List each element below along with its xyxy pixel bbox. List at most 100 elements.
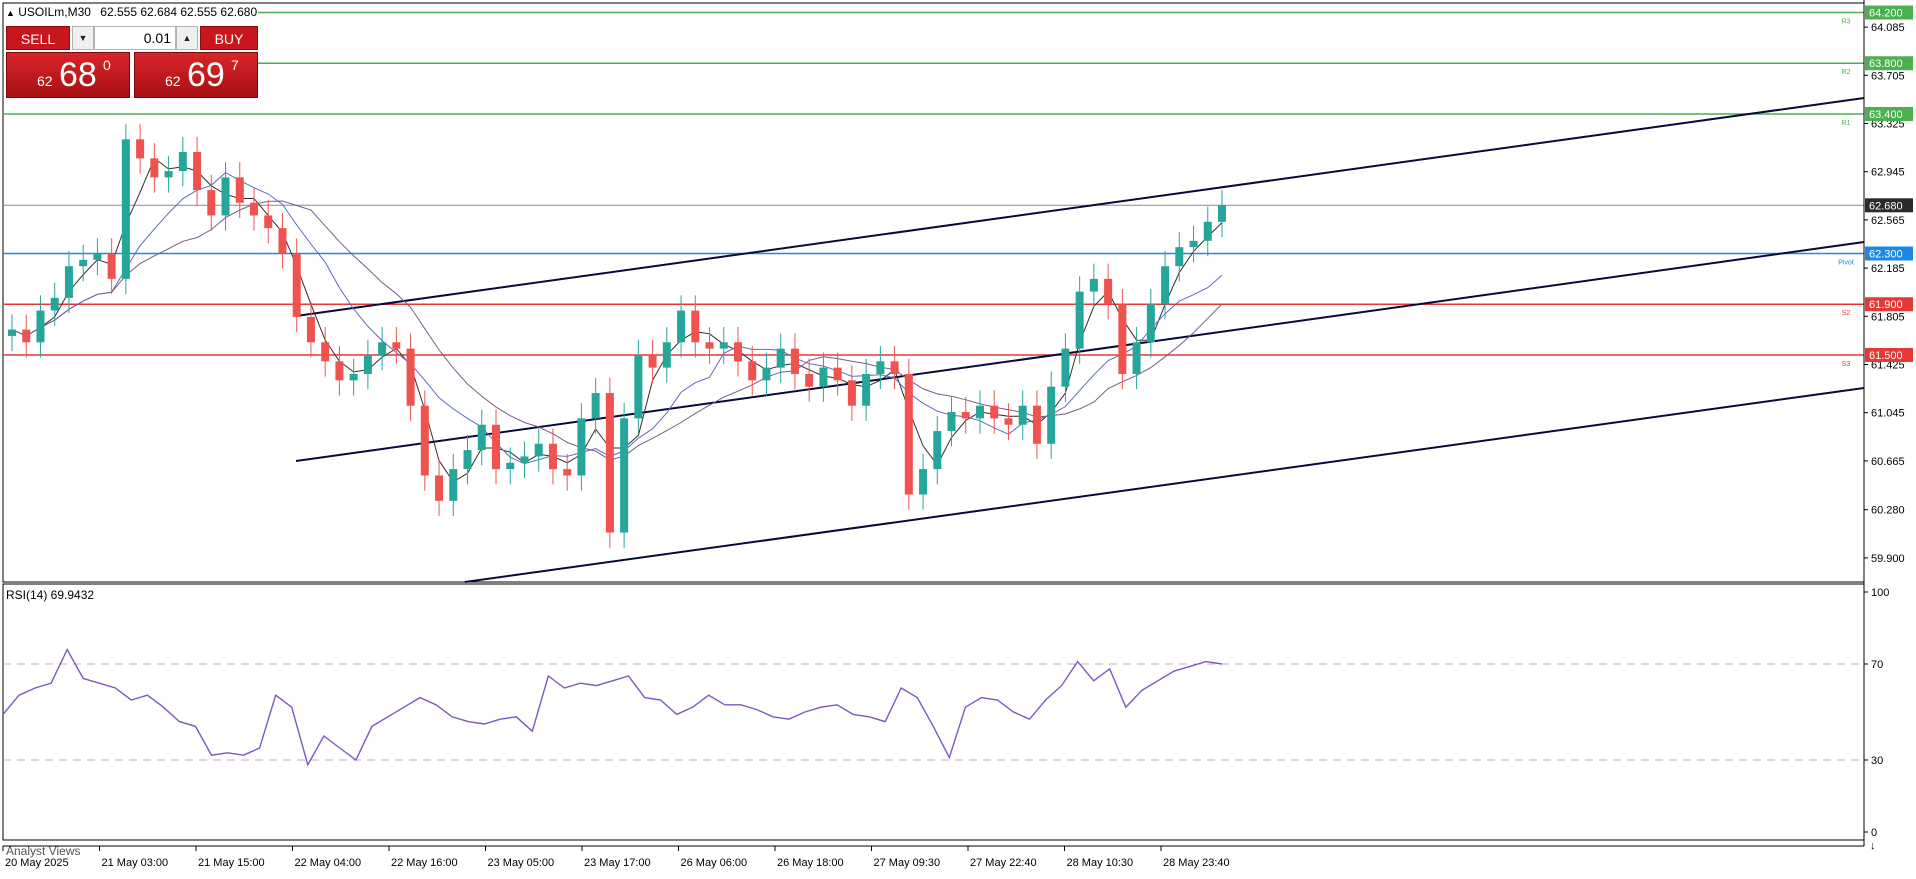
candle-body: [193, 152, 202, 191]
candle-body: [1004, 418, 1013, 425]
time-tick-label: 26 May 18:00: [777, 857, 844, 869]
time-tick-label: 23 May 17:00: [584, 857, 651, 869]
candle-body: [22, 329, 31, 343]
candle-body: [449, 469, 458, 501]
price-tick-label: 61.045: [1871, 408, 1905, 420]
level-tag-s3: S3: [1842, 361, 1851, 368]
rsi-line: [2, 648, 1223, 767]
sell-price-pips: 68: [59, 56, 97, 94]
level-price-label: 63.800: [1869, 58, 1903, 70]
price-tick-label: 63.705: [1871, 70, 1905, 82]
scroll-down-arrow-icon: ↓: [1870, 840, 1876, 852]
candle-body: [1104, 278, 1113, 305]
candle-body: [420, 405, 429, 476]
channel-lower-line: [464, 387, 1865, 583]
candle-body: [520, 456, 529, 463]
candle-body: [406, 348, 415, 406]
candle-body: [207, 190, 216, 216]
ohlc-values: 62.555 62.684 62.555 62.680: [100, 5, 258, 19]
candle-body: [292, 253, 301, 317]
collapse-icon[interactable]: ▲: [6, 8, 15, 18]
candle-body: [904, 373, 913, 495]
candle-body: [93, 253, 102, 260]
candle-body: [506, 462, 515, 470]
candle-body: [1018, 405, 1027, 425]
candle-body: [776, 348, 785, 368]
candle-body: [107, 253, 116, 279]
candle-body: [563, 469, 572, 476]
sell-button[interactable]: SELL: [6, 26, 70, 50]
price-tick-label: 64.085: [1871, 22, 1905, 34]
candle-body: [1032, 405, 1041, 444]
candle-body: [36, 310, 45, 343]
candle-body: [136, 139, 145, 159]
main-panel-frame: [2, 2, 1865, 583]
rsi-tick-label: 30: [1871, 755, 1883, 767]
level-price-label: 64.200: [1869, 8, 1903, 20]
candle-body: [1118, 304, 1127, 374]
sell-price-fraction: 0: [103, 57, 111, 73]
one-click-trading-panel: SELL ▼ 0.01 ▲ BUY 62 68 0 62 69 7: [6, 26, 258, 98]
candle-body: [1218, 205, 1226, 222]
lot-increase-button[interactable]: ▲: [176, 26, 198, 50]
candle-body: [264, 215, 273, 229]
rsi-tick-label: 100: [1871, 587, 1889, 599]
candle-body: [919, 469, 928, 495]
lot-decrease-button[interactable]: ▼: [72, 26, 94, 50]
candle-body: [1146, 304, 1155, 343]
chart-root: R3 R2 R1 Pivot S2 S3 64.085 63.705 63.325 62.945…: [0, 0, 1916, 874]
rsi-indicator-label: RSI(14) 69.9432: [6, 588, 95, 602]
candle-body: [862, 373, 871, 406]
current-price-label: 62.680: [1869, 200, 1903, 212]
candle-body: [961, 412, 970, 419]
price-chart[interactable]: R3R2R1PivotS2S3 64.08563.70563.32562.945…: [0, 0, 1916, 874]
level-price-label: 61.900: [1869, 299, 1903, 311]
candle-body: [221, 177, 230, 216]
candle-body: [250, 202, 258, 216]
candle-body: [548, 443, 557, 470]
candle-body: [64, 266, 73, 298]
time-tick-label: 22 May 16:00: [391, 857, 458, 869]
candle-body: [990, 405, 999, 419]
rsi-panel-frame: [2, 583, 1865, 841]
candle-body: [378, 342, 387, 355]
buy-button[interactable]: BUY: [200, 26, 258, 50]
candle-body: [947, 412, 956, 432]
buy-price-quote[interactable]: 62 69 7: [134, 52, 258, 98]
time-tick-label: 23 May 05:00: [488, 857, 555, 869]
candle-body: [847, 380, 856, 406]
candle-body: [392, 342, 401, 349]
candle-body: [463, 450, 472, 470]
candle-body: [477, 424, 486, 451]
sell-price-prefix: 62: [37, 73, 53, 89]
candle-body: [178, 152, 187, 172]
candle-body: [1061, 348, 1070, 387]
time-tick-label: 28 May 23:40: [1163, 857, 1230, 869]
candle-body: [164, 171, 173, 178]
level-tag-r2: R2: [1842, 69, 1851, 76]
price-axis-background: [1864, 0, 1916, 874]
level-tag-r1: R1: [1842, 120, 1851, 127]
candle-body: [620, 418, 629, 533]
sell-price-quote[interactable]: 62 68 0: [6, 52, 130, 98]
candle-body: [79, 259, 88, 267]
candle-body: [1075, 291, 1084, 349]
time-tick-label: 28 May 10:30: [1067, 857, 1134, 869]
level-price-label: 61.500: [1869, 350, 1903, 362]
candle-body: [819, 367, 828, 387]
candle-body: [363, 354, 372, 374]
time-tick-label: 22 May 04:00: [295, 857, 362, 869]
symbol-label: USOILm,M30: [18, 5, 91, 19]
candle-body: [890, 361, 899, 374]
candle-body: [1161, 266, 1170, 305]
price-tick-label: 60.280: [1871, 505, 1905, 517]
candle-body: [734, 342, 742, 362]
buy-price-pips: 69: [187, 56, 225, 94]
candle-body: [805, 373, 814, 387]
candle-body: [121, 139, 130, 279]
rsi-tick-label: 0: [1871, 827, 1877, 839]
candle-body: [719, 342, 728, 349]
candle-body: [235, 177, 244, 203]
analyst-views-label: Analyst Views: [6, 844, 81, 858]
lot-size-input[interactable]: 0.01: [94, 26, 176, 50]
